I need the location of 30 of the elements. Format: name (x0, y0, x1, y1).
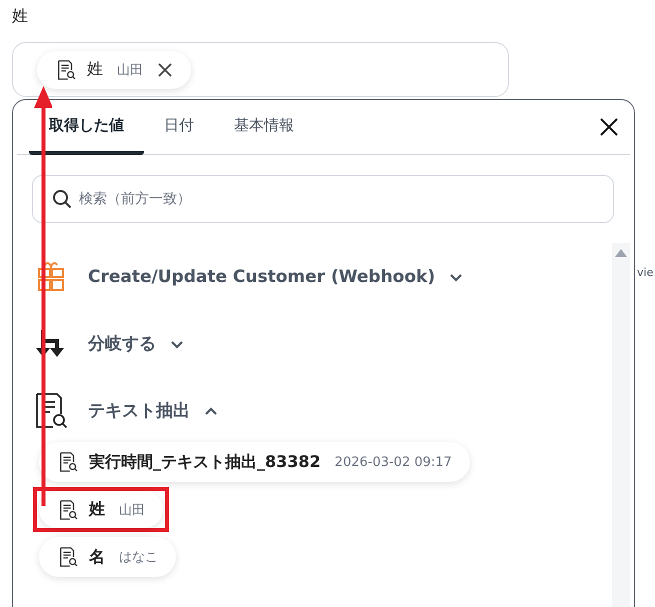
variable-value: 山田 (119, 502, 145, 518)
document-search-icon (57, 498, 79, 520)
close-icon[interactable] (157, 62, 173, 78)
close-button[interactable] (598, 116, 620, 138)
variable-chip[interactable]: 姓 山田 (39, 491, 163, 528)
search-field[interactable]: 検索（前方一致） (32, 175, 614, 223)
variable-chip[interactable]: 姓 山田 (37, 50, 191, 88)
variable-name: 名 (89, 546, 105, 568)
tab[interactable]: 日付 (144, 100, 214, 155)
variable-name: 実行時間_テキスト抽出_83382 (89, 452, 321, 472)
variable-value: 2026-03-02 09:17 (334, 454, 452, 470)
scrollbar[interactable] (612, 243, 630, 607)
group-title[interactable]: 分岐する (88, 332, 156, 355)
variable-chip[interactable]: 名 はなこ (39, 537, 176, 577)
group-title[interactable]: テキスト抽出 (88, 399, 190, 422)
document-search-icon (55, 58, 77, 80)
document-search-icon (57, 546, 79, 568)
tab[interactable]: 基本情報 (214, 100, 314, 155)
search-icon (52, 189, 72, 209)
variable-name: 姓 (89, 499, 105, 520)
variable-name: 姓 (87, 59, 103, 80)
variable-value: はなこ (119, 549, 158, 566)
variable-chip[interactable]: 実行時間_テキスト抽出_83382 2026-03-02 09:17 (39, 442, 470, 482)
partial-text: vie (637, 266, 654, 279)
document-search-icon (57, 451, 79, 473)
document-search-icon (34, 392, 68, 430)
group-title[interactable]: Create/Update Customer (Webhook) (88, 266, 436, 286)
variable-value: 山田 (117, 62, 143, 78)
variable-input-field[interactable]: 姓 山田 (12, 42, 509, 97)
field-label: 姓 (12, 6, 28, 27)
